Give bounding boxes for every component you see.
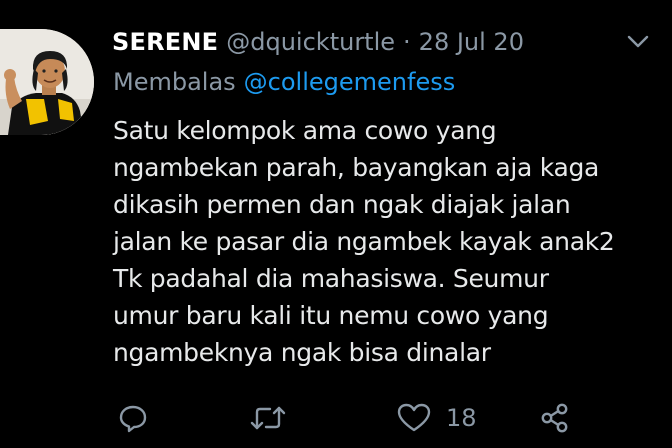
author-handle[interactable]: @dquickturtle xyxy=(226,28,395,56)
like-button[interactable]: 18 xyxy=(396,400,477,436)
like-count: 18 xyxy=(446,404,477,432)
share-icon xyxy=(538,401,572,435)
tweet-date[interactable]: 28 Jul 20 xyxy=(419,28,524,56)
reply-bubble-icon xyxy=(116,401,150,435)
tweet-body-line: Tk padahal dia mahasiswa. Seumur xyxy=(113,264,549,293)
chevron-down-icon[interactable] xyxy=(624,32,652,52)
share-button[interactable] xyxy=(538,400,572,436)
tweet-body-line: ngambekan parah, bayangkan aja kaga xyxy=(113,153,600,182)
tweet-body-line: umur baru kali itu nemu cowo yang xyxy=(113,301,549,330)
separator-dot: · xyxy=(403,28,411,56)
reply-prefix: Membalas xyxy=(113,68,236,96)
tweet-body-line: jalan ke pasar dia ngambek kayak anak2 xyxy=(113,227,615,256)
author-name[interactable]: SERENE xyxy=(112,28,218,56)
tweet-body-line: Satu kelompok ama cowo yang xyxy=(113,116,497,145)
tweet-header: SERENE @dquickturtle · 28 Jul 20 xyxy=(112,24,524,60)
replying-to: Membalas @collegemenfess xyxy=(113,65,455,99)
retweet-icon xyxy=(248,401,288,435)
reply-mention-link[interactable]: @collegemenfess xyxy=(244,68,456,96)
retweet-button[interactable] xyxy=(248,400,288,436)
tweet-body-line: ngambeknya ngak bisa dinalar xyxy=(113,338,491,367)
avatar[interactable] xyxy=(0,29,94,135)
avatar-image xyxy=(0,29,94,135)
tweet: SERENE @dquickturtle · 28 Jul 20 Membala… xyxy=(0,0,672,448)
tweet-body: Satu kelompok ama cowo yang ngambekan pa… xyxy=(113,112,669,371)
reply-button[interactable] xyxy=(116,400,150,436)
tweet-body-line: dikasih permen dan ngak diajak jalan xyxy=(113,190,571,219)
heart-icon xyxy=(396,401,432,435)
action-bar: 18 xyxy=(0,392,672,444)
